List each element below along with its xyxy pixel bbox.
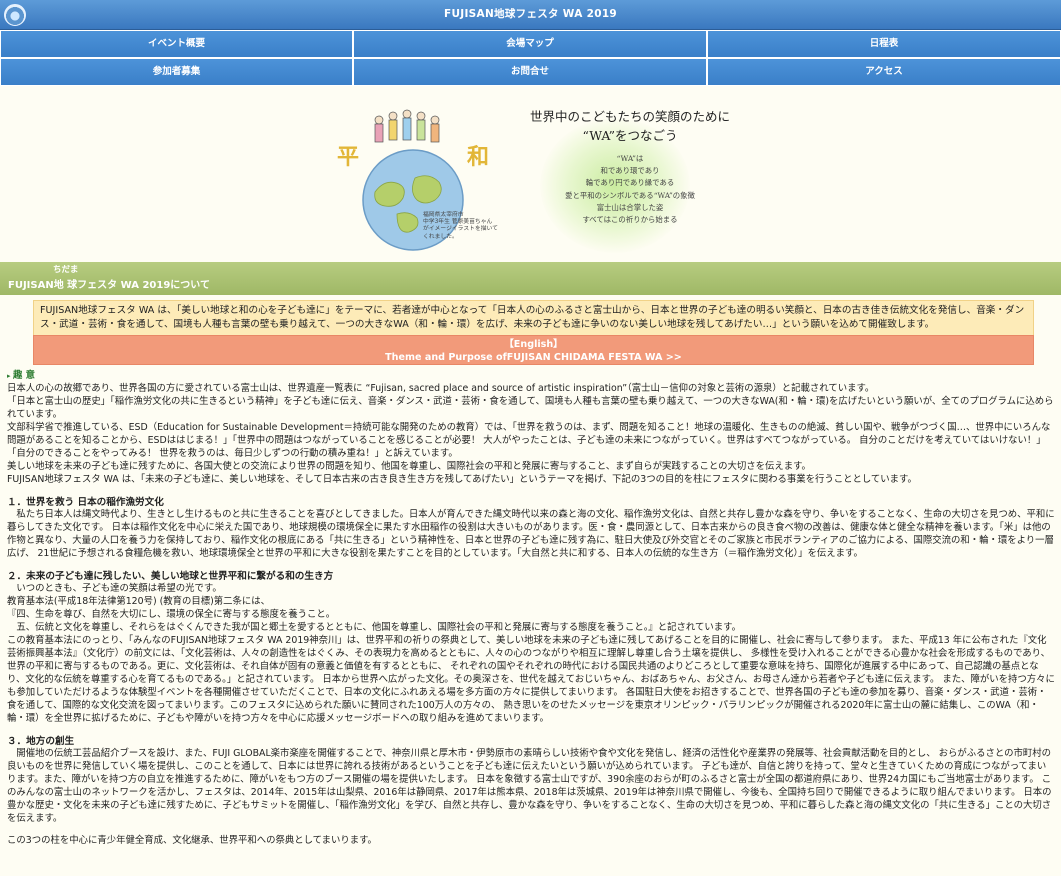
section-paragraph: 教育基本法(平成18年法律第120号) (教育の目標)第二条には、: [7, 596, 271, 608]
intro-box: FUJISAN地球フェスタ WA は、「美しい地球と和の心を子ども達に」をテーマ…: [33, 300, 1034, 336]
about-title-ruby: ちだま: [53, 265, 79, 275]
nav-access[interactable]: アクセス: [707, 58, 1061, 86]
nav-schedule[interactable]: 日程表: [707, 30, 1061, 58]
purpose-paragraph: 文部科学省で推進している、ESD（Education for Sustainab…: [7, 421, 1051, 459]
hero-tagline: 世界中のこどもたちの笑顔のために “WA”をつなごう: [529, 109, 730, 143]
section-title-rice-culture: １．世界を救う 日本の稲作漁労文化: [7, 496, 164, 508]
about-section-header: ちだま FUJISAN地 球フェスタ WA 2019について: [0, 262, 1061, 295]
section-paragraph: 私たち日本人は縄文時代より、生きとし生けるものと共に生きることを喜びとしてきまし…: [7, 508, 1055, 559]
nav-event-overview[interactable]: イベント概要: [0, 30, 353, 58]
section-title-regional: ３．地方の創生: [7, 735, 75, 747]
hero-poem: “WA”は 和であり環であり 輪であり円であり縁である 愛と平和のシンボルである…: [565, 154, 695, 225]
main-content: ▸ 趣 意 日本人の心の故郷であり、世界各国の方に愛されている富士山は、世界遺産…: [7, 370, 1055, 848]
site-title: FUJISAN地球フェスタ WA 2019: [443, 8, 618, 21]
english-link-text[interactable]: Theme and Purpose ofFUJISAN CHIDAMA FEST…: [34, 351, 1033, 364]
children-figures: [374, 109, 440, 143]
english-link-button[interactable]: 【English】 Theme and Purpose ofFUJISAN CH…: [33, 335, 1034, 365]
closing-paragraph: この3つの柱を中心に青少年健全育成、文化継承、世界平和への祭典としてまいります。: [7, 834, 377, 846]
purpose-paragraph: 美しい地球を未来の子ども達に残すために、各国大使との交流により世界の問題を知り、…: [7, 460, 811, 472]
illustration-char-heiwa-2: 和: [467, 144, 489, 170]
about-title: FUJISAN地 球フェスタ WA 2019について: [8, 280, 210, 291]
purpose-heading: ▸ 趣 意: [7, 370, 35, 381]
section-paragraph: この教育基本法にのっとり、「みんなのFUJISAN地球フェスタ WA 2019神…: [7, 634, 1055, 724]
english-label: 【English】: [504, 339, 563, 350]
top-bar: FUJISAN地球フェスタ WA 2019: [0, 0, 1061, 30]
purpose-paragraph: FUJISAN地球フェスタ WA は、「未来の子ども達に、美しい地球を、そして日…: [7, 473, 917, 485]
section-title-peace: ２．未来の子ども達に残したい、美しい地球と世界平和に繋がる和の生き方: [7, 570, 334, 582]
nav-contact[interactable]: お問合せ: [353, 58, 707, 86]
section-paragraph: 開催地の伝統工芸品紹介ブースを設け、また、FUJI GLOBAL楽市楽座を開催す…: [7, 747, 1052, 824]
purpose-paragraph: 日本人の心の故郷であり、世界各国の方に愛されている富士山は、世界遺産一覧表に “…: [7, 382, 875, 394]
section-paragraph: いつのときも、子ども達の笑顔は希望の光です。: [7, 583, 222, 595]
section-paragraph: 五、伝統と文化を尊重し、それらをはぐくんできた我が国と郷土を愛するとともに、他国…: [7, 621, 741, 633]
site-logo-icon[interactable]: [4, 4, 26, 26]
main-nav: イベント概要 会場マップ 日程表 参加者募集 お問合せ アクセス: [0, 30, 1061, 86]
illustration-credit: 福岡県太宰府市 中学3年生 菅原美苗ちゃん がイメージイラストを描いて くれまし…: [423, 212, 498, 240]
nav-venue-map[interactable]: 会場マップ: [353, 30, 707, 58]
illustration-char-heiwa-1: 平: [337, 144, 359, 170]
section-paragraph: 『四、生命を尊び、自然を大切にし、環境の保全に寄与する態度を養うこと。: [7, 609, 336, 620]
nav-participant-recruitment[interactable]: 参加者募集: [0, 58, 353, 86]
purpose-paragraph: 「日本と富士山の歴史」「稲作漁労文化の共に生きるという精神」を子ども達に伝え、音…: [7, 395, 1054, 420]
